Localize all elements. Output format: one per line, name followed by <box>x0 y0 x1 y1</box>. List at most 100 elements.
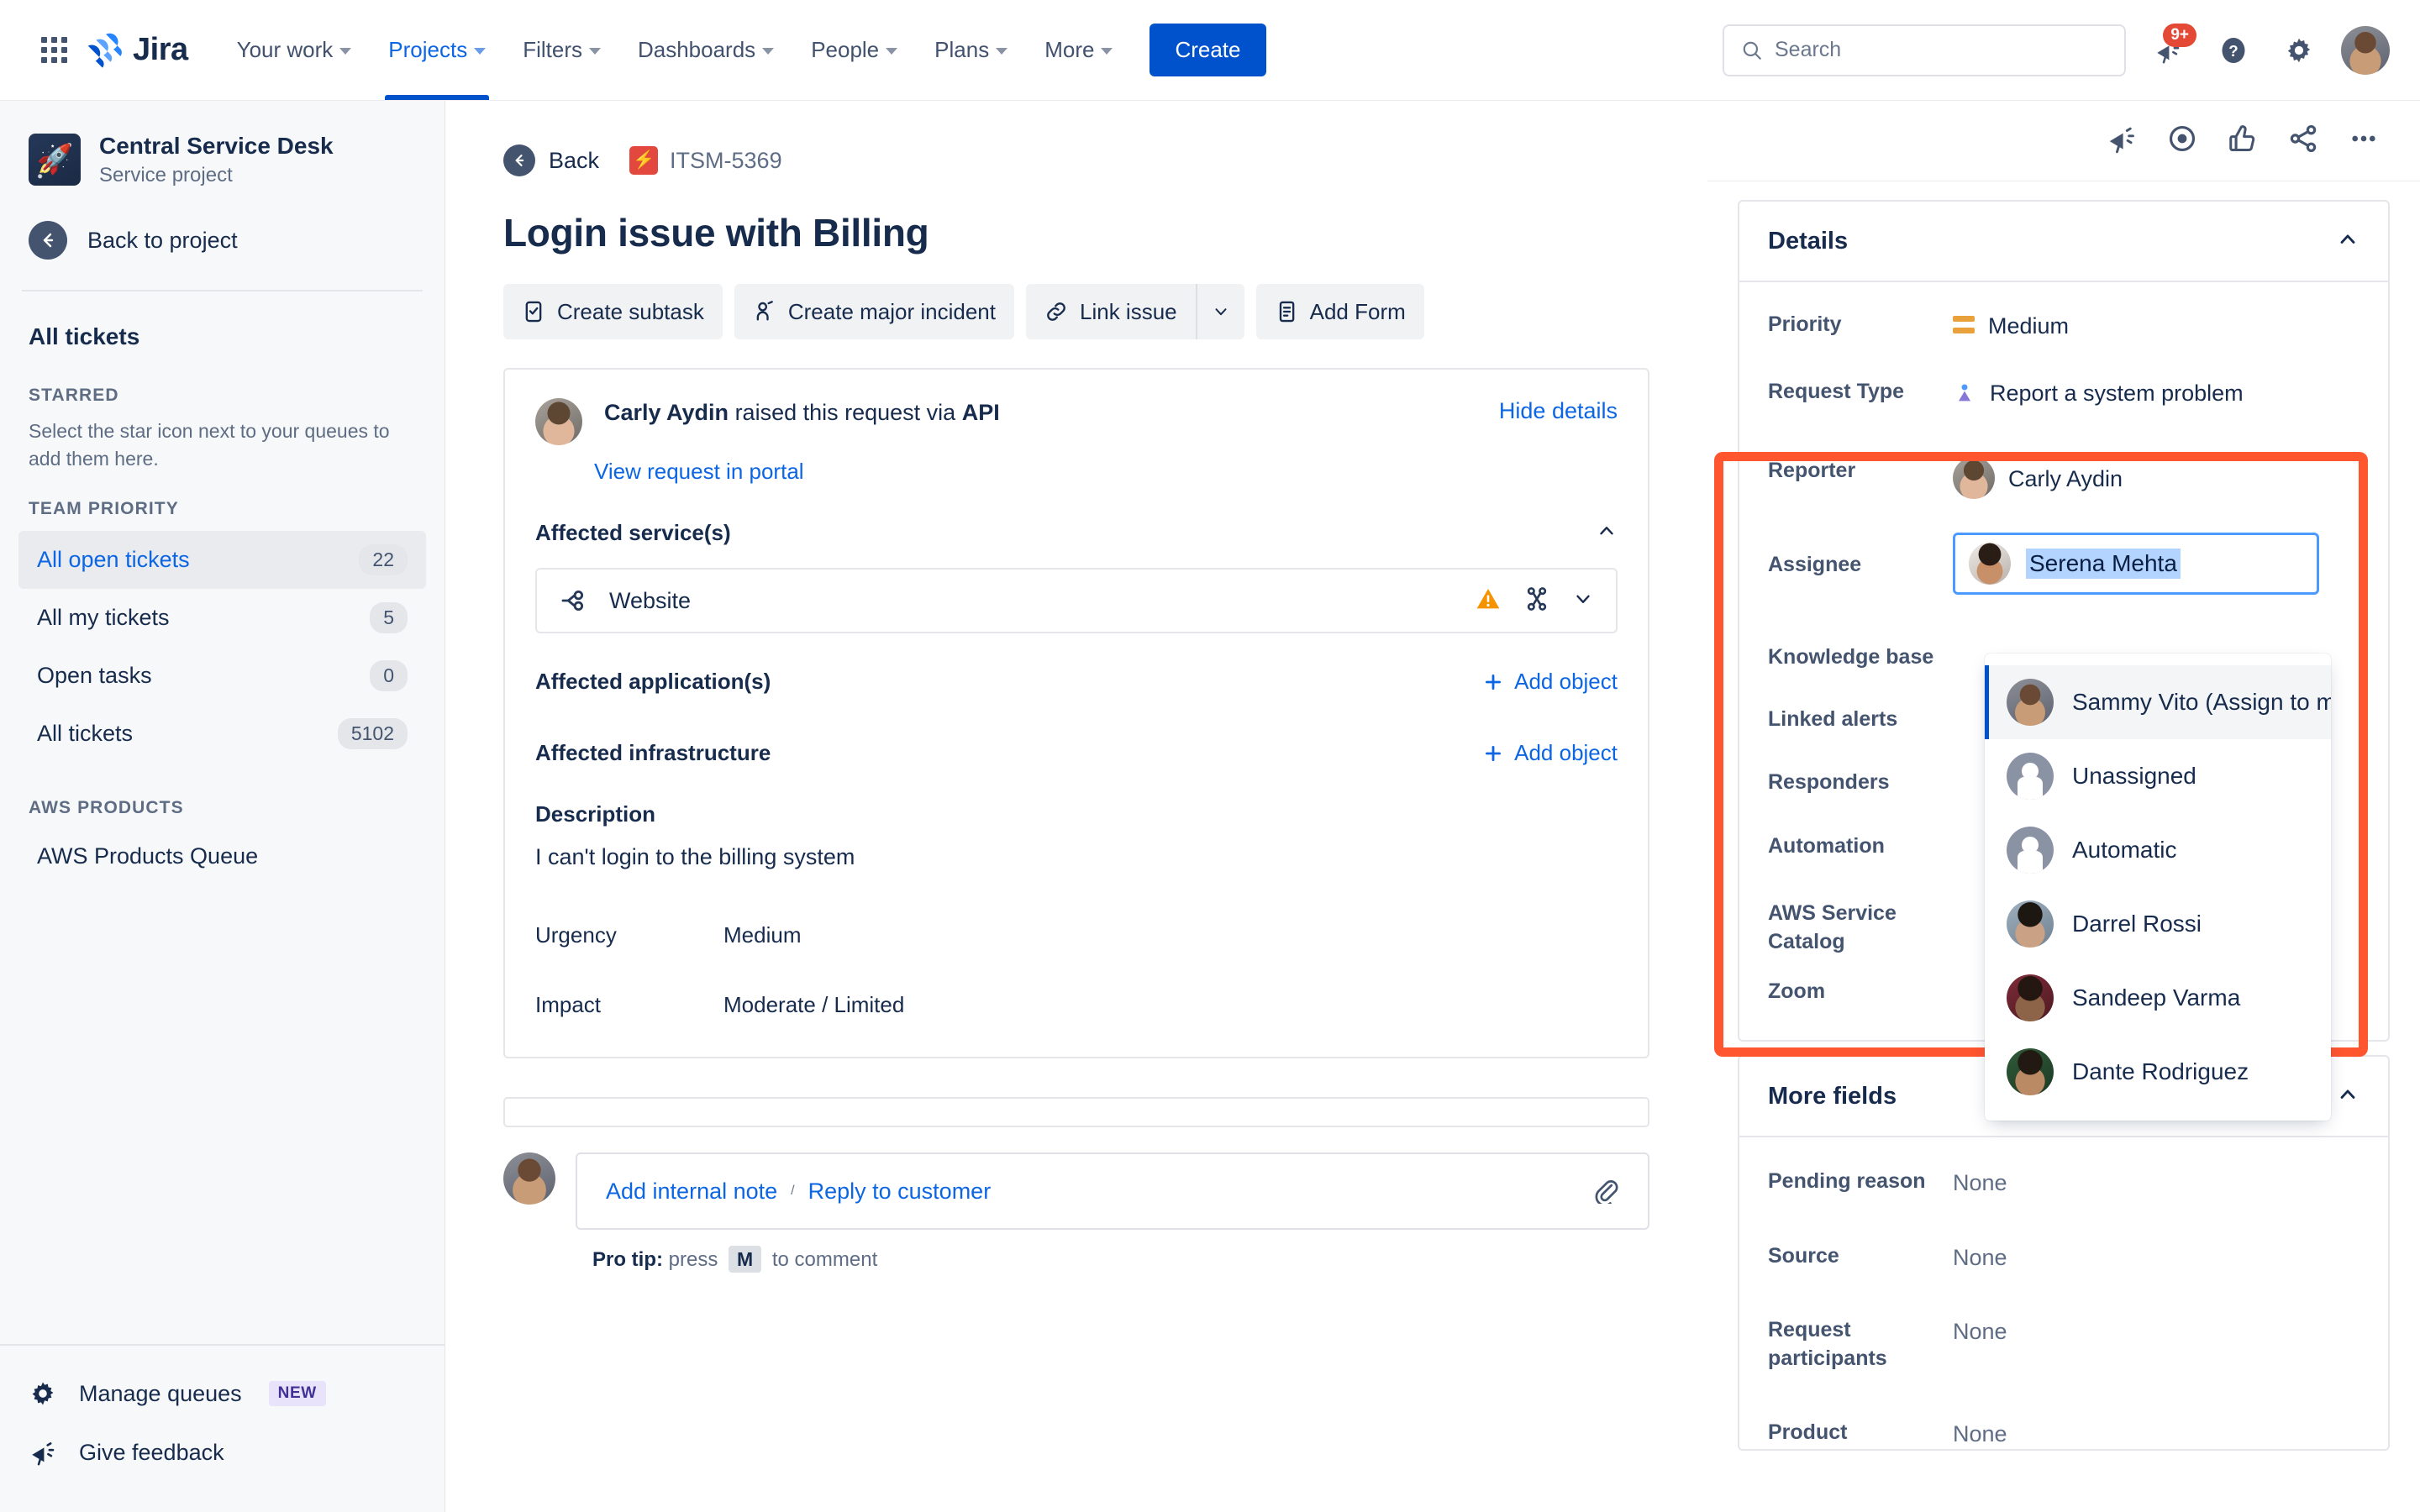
link-icon <box>1047 302 1065 321</box>
assignee-option-sammy-vito[interactable]: Sammy Vito (Assign to me) <box>1985 665 2331 739</box>
impact-label: Impact <box>535 992 602 1017</box>
priority-value-wrap[interactable]: Medium <box>1953 311 2069 341</box>
description-value[interactable]: I can't login to the billing system <box>505 827 1648 870</box>
sidebar-item-all-my-tickets[interactable]: All my tickets 5 <box>18 589 426 647</box>
sidebar-item-all-open-tickets[interactable]: All open tickets 22 <box>18 530 426 589</box>
action-label: Create subtask <box>557 298 704 324</box>
back-to-project-button[interactable]: Back to project <box>0 196 445 285</box>
nav-label: Filters <box>523 37 582 62</box>
affected-infrastructure-label: Affected infrastructure <box>535 740 771 765</box>
impact-value[interactable]: Moderate / Limited <box>723 992 904 1018</box>
assignee-input[interactable]: Serena Mehta <box>1953 532 2319 595</box>
request-participants-value[interactable]: None <box>1953 1316 2007 1347</box>
view-request-in-portal-link[interactable]: View request in portal <box>505 445 804 485</box>
like-thumbsup-icon[interactable] <box>2227 123 2259 159</box>
nav-item-plans[interactable]: Plans <box>916 0 1026 100</box>
reply-to-customer-link[interactable]: Reply to customer <box>808 1179 992 1205</box>
nav-item-dashboards[interactable]: Dashboards <box>619 0 792 100</box>
search-input[interactable]: Search <box>1723 24 2126 76</box>
notifications-bell-icon[interactable]: 9+ <box>2144 23 2196 74</box>
impacted-nodes-icon[interactable] <box>1523 585 1550 617</box>
nav-label: Dashboards <box>637 37 756 62</box>
request-type-value-wrap[interactable]: Report a system problem <box>1953 378 2244 412</box>
add-form-button[interactable]: Add Form <box>1255 284 1424 339</box>
main-content: Back ⚡ ITSM-5369 Login issue with Billin… <box>446 101 1707 1512</box>
avatar[interactable] <box>2341 25 2390 75</box>
collapse-affected-services-toggle[interactable] <box>1596 520 1618 546</box>
product-value[interactable]: None <box>1953 1419 2007 1449</box>
nav-item-your-work[interactable]: Your work <box>218 0 371 100</box>
more-actions-icon[interactable] <box>2348 123 2380 159</box>
chevron-up-icon[interactable] <box>2336 1083 2360 1110</box>
assignee-option-darrel-rossi[interactable]: Darrel Rossi <box>1985 887 2331 961</box>
watch-eye-icon[interactable] <box>2166 123 2198 159</box>
top-navigation: Jira Your work Projects Filters Dashboar… <box>0 0 2420 101</box>
queue-label: All my tickets <box>37 604 170 630</box>
queue-count: 22 <box>359 543 408 575</box>
nav-item-people[interactable]: People <box>792 0 916 100</box>
nav-right-cluster: Search 9+ ? <box>1723 23 2390 76</box>
nav-item-filters[interactable]: Filters <box>504 0 619 100</box>
affected-service-row[interactable]: Website <box>535 568 1618 633</box>
nav-label: Your work <box>236 37 334 62</box>
chevron-down-icon <box>339 48 352 55</box>
chevron-down-icon[interactable] <box>1572 588 1594 614</box>
assignee-option-automatic[interactable]: Automatic <box>1985 813 2331 887</box>
link-issue-button[interactable]: Link issue <box>1026 284 1196 339</box>
action-label: Add Form <box>1309 298 1406 324</box>
project-name: Central Service Desk <box>99 133 334 159</box>
attachment-clip-icon[interactable] <box>1591 1175 1619 1208</box>
back-button[interactable]: Back <box>503 144 599 176</box>
add-internal-note-link[interactable]: Add internal note <box>606 1179 777 1205</box>
sidebar-item-open-tasks[interactable]: Open tasks 0 <box>18 647 426 705</box>
affected-applications-label: Affected application(s) <box>535 669 771 694</box>
comment-input-box[interactable]: Add internal note / Reply to customer <box>576 1152 1649 1230</box>
create-major-incident-button[interactable]: Create major incident <box>734 284 1014 339</box>
nav-item-more[interactable]: More <box>1026 0 1131 100</box>
reporter-name: Carly Aydin <box>604 400 729 425</box>
create-subtask-button[interactable]: Create subtask <box>503 284 723 339</box>
pending-reason-value[interactable]: None <box>1953 1168 2007 1198</box>
assignee-option-sandeep-varma[interactable]: Sandeep Varma <box>1985 961 2331 1035</box>
details-title: Details <box>1768 227 1849 255</box>
person-add-icon <box>756 301 773 321</box>
nav-label: More <box>1044 37 1095 62</box>
assignee-option-dante-rodriguez[interactable]: Dante Rodriguez <box>1985 1035 2331 1109</box>
impact-field: Impact Moderate / Limited <box>505 948 1648 1018</box>
nav-item-projects[interactable]: Projects <box>370 0 504 100</box>
grid-apps-icon[interactable] <box>30 27 77 74</box>
add-object-application-button[interactable]: Add object <box>1482 669 1618 695</box>
reporter-value-wrap[interactable]: Carly Aydin <box>1953 456 2123 499</box>
urgency-value[interactable]: Medium <box>723 922 801 948</box>
link-issue-dropdown-toggle[interactable] <box>1195 284 1244 339</box>
request-type-value: Report a system problem <box>1990 381 2244 407</box>
field-assignee: Assignee Serena Mehta <box>1739 499 2388 595</box>
sidebar-item-all-tickets[interactable]: All tickets 5102 <box>18 705 426 763</box>
comment-zone: Add internal note / Reply to customer Pr… <box>503 1097 1649 1273</box>
give-feedback-button[interactable]: Give feedback <box>0 1423 445 1482</box>
chevron-down-icon <box>996 48 1008 55</box>
megaphone-icon[interactable] <box>2106 123 2138 159</box>
jira-logo[interactable]: Jira <box>86 32 188 69</box>
nav-label: Plans <box>934 37 990 62</box>
settings-gear-icon[interactable] <box>2275 27 2323 74</box>
sidebar-item-aws-products-queue[interactable]: AWS Products Queue <box>18 830 426 883</box>
assignee-option-label: Sandeep Varma <box>2072 984 2241 1011</box>
project-header[interactable]: Central Service Desk Service project <box>0 101 445 196</box>
assignee-option-unassigned[interactable]: Unassigned <box>1985 739 2331 813</box>
hide-details-link[interactable]: Hide details <box>1499 398 1618 424</box>
issue-key-link[interactable]: ⚡ ITSM-5369 <box>629 146 782 175</box>
add-object-infrastructure-button[interactable]: Add object <box>1482 740 1618 766</box>
details-panel-header[interactable]: Details <box>1739 202 2388 282</box>
manage-queues-button[interactable]: Manage queues NEW <box>0 1364 445 1423</box>
help-icon[interactable]: ? <box>2210 27 2257 74</box>
warning-icon[interactable] <box>1475 585 1502 617</box>
automation-label: Automation <box>1768 834 1885 858</box>
create-button[interactable]: Create <box>1150 24 1266 76</box>
share-icon[interactable] <box>2287 123 2319 159</box>
priority-medium-icon <box>1953 316 1975 334</box>
assignee-dropdown[interactable]: Sammy Vito (Assign to me) Unassigned Aut… <box>1985 654 2331 1121</box>
project-type: Service project <box>99 164 233 186</box>
chevron-up-icon[interactable] <box>2336 228 2360 255</box>
source-value[interactable]: None <box>1953 1242 2007 1273</box>
